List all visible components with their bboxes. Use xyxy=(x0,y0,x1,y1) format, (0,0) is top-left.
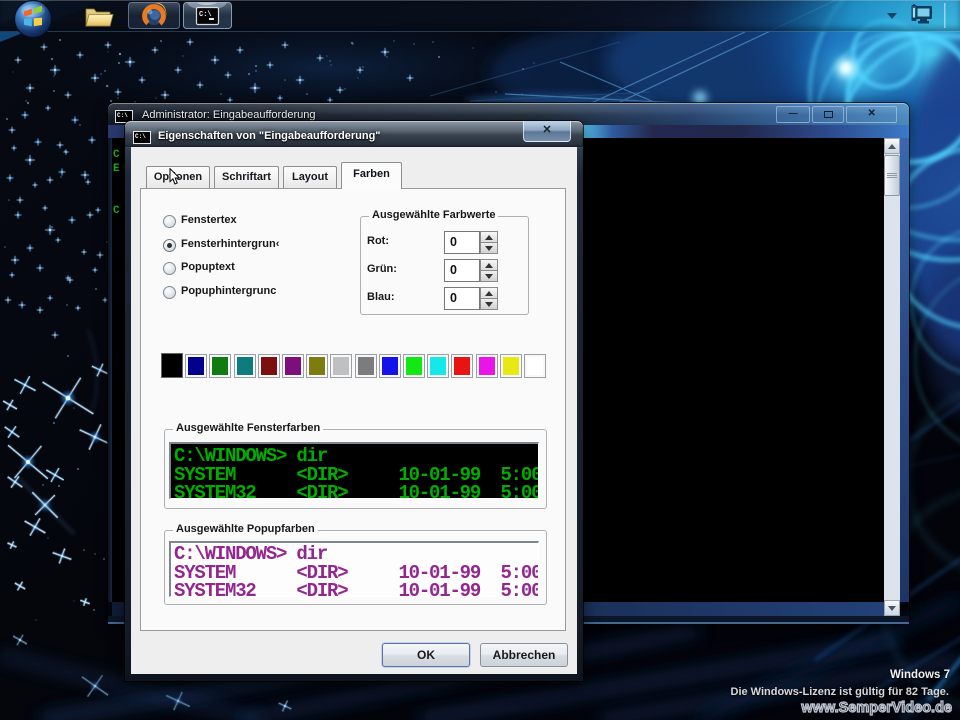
svg-text:C:\: C:\ xyxy=(199,11,212,19)
